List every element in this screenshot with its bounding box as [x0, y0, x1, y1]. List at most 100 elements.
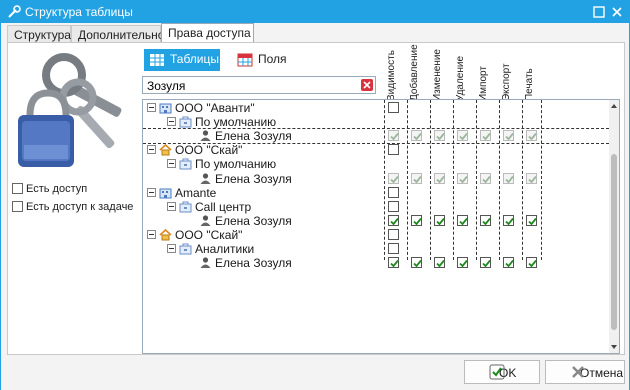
scroll-down-icon[interactable]	[610, 343, 618, 351]
column-header-label: Видимость	[386, 50, 397, 101]
permission-checkbox[interactable]	[411, 214, 422, 226]
permission-checkbox[interactable]	[434, 257, 445, 269]
fields-toggle-button[interactable]: Поля	[232, 49, 288, 71]
permission-checkbox[interactable]	[503, 214, 514, 226]
permissions-tree[interactable]: ООО "Аванти" По умолчанию Елена Зозуля ООО …	[142, 99, 620, 354]
permission-checkbox[interactable]	[457, 214, 468, 226]
permission-checkbox[interactable]	[411, 130, 422, 142]
checkmark-icon	[528, 217, 537, 226]
column-header-print: Печать	[521, 43, 537, 101]
has-access-box[interactable]	[12, 183, 23, 194]
clear-icon[interactable]	[361, 79, 373, 91]
tree-row-user[interactable]: Елена Зозуля	[143, 129, 609, 143]
department-icon	[179, 243, 192, 255]
tree-row-group[interactable]: Call центр	[143, 200, 609, 214]
checkmark-icon	[505, 217, 514, 226]
permission-checkbox[interactable]	[388, 172, 399, 184]
tree-row-group[interactable]: По умолчанию	[143, 115, 609, 129]
maximize-icon[interactable]	[591, 4, 607, 20]
tree-scrollbar[interactable]	[609, 100, 619, 353]
permission-checkbox[interactable]	[526, 214, 537, 226]
scrollbar-thumb[interactable]	[611, 154, 617, 330]
tables-toggle-button[interactable]: Таблицы	[144, 49, 220, 71]
checkmark-icon	[436, 217, 445, 226]
tree-row-user[interactable]: Елена Зозуля	[143, 214, 609, 228]
tree-node-label: Елена Зозуля	[215, 256, 292, 271]
permission-checkbox[interactable]	[503, 257, 514, 269]
collapse-icon[interactable]	[167, 244, 176, 253]
checkmark-icon	[482, 260, 491, 268]
department-icon	[179, 158, 192, 170]
permission-checkbox[interactable]	[388, 144, 399, 156]
tab-structure[interactable]: Структура	[7, 25, 71, 43]
checkmark-icon	[459, 133, 468, 141]
tree-row-org[interactable]: Amante	[143, 186, 609, 200]
permission-checkbox[interactable]	[388, 214, 399, 226]
permission-checkbox[interactable]	[434, 214, 445, 226]
has-task-access-box[interactable]	[12, 201, 23, 212]
tree-node-label: По умолчанию	[195, 157, 277, 172]
checkmark-icon	[436, 260, 445, 268]
permission-checkbox[interactable]	[388, 102, 399, 113]
permission-checkbox[interactable]	[388, 186, 399, 198]
tree-row-group[interactable]: Аналитики	[143, 242, 609, 256]
has-access-checkbox[interactable]: Есть доступ	[12, 183, 87, 195]
tree-row-org[interactable]: ООО "Скай"	[143, 228, 609, 242]
permission-checkbox[interactable]	[480, 257, 491, 269]
permission-checkbox[interactable]	[480, 130, 491, 142]
permission-checkbox[interactable]	[503, 130, 514, 142]
access-rights-panel: Есть доступ Есть доступ к задаче Таблицы…	[7, 42, 625, 355]
permission-checkbox[interactable]	[480, 172, 491, 184]
permission-checkbox[interactable]	[434, 130, 445, 142]
checkmark-icon	[505, 260, 514, 268]
scroll-up-icon[interactable]	[610, 102, 618, 110]
collapse-icon[interactable]	[147, 103, 156, 112]
tree-row-org[interactable]: ООО "Скай"	[143, 143, 609, 157]
permission-checkbox[interactable]	[411, 257, 422, 269]
tab-access-rights[interactable]: Права доступа	[161, 23, 254, 44]
permission-checkbox[interactable]	[388, 228, 399, 240]
tree-row-user[interactable]: Елена Зозуля	[143, 256, 609, 270]
permission-checkbox[interactable]	[434, 172, 445, 184]
collapse-icon[interactable]	[167, 201, 176, 211]
tab-additional[interactable]: Дополнительно	[71, 25, 164, 43]
permission-checkbox[interactable]	[526, 172, 537, 184]
permission-checkbox[interactable]	[388, 243, 399, 254]
home-icon	[159, 144, 172, 156]
close-icon[interactable]	[609, 4, 625, 20]
permission-checkbox[interactable]	[388, 130, 399, 142]
permission-checkbox[interactable]	[526, 130, 537, 142]
department-icon	[179, 201, 192, 213]
collapse-icon[interactable]	[167, 117, 176, 127]
search-input[interactable]	[147, 79, 347, 93]
permission-checkbox[interactable]	[411, 172, 422, 184]
ok-button[interactable]: OK	[464, 360, 540, 384]
cancel-button[interactable]: Отмена	[545, 360, 625, 384]
column-header-delete: Удаление	[452, 43, 468, 101]
column-header-visibility: Видимость	[383, 43, 399, 101]
tree-row-user[interactable]: Елена Зозуля	[143, 172, 609, 186]
permission-checkbox[interactable]	[388, 200, 399, 212]
permission-checkbox[interactable]	[457, 257, 468, 269]
permission-checkbox[interactable]	[526, 257, 537, 269]
column-header-add: Добавление	[406, 43, 422, 101]
collapse-icon[interactable]	[147, 187, 156, 197]
checkmark-icon	[390, 133, 399, 141]
permission-checkbox[interactable]	[480, 214, 491, 226]
collapse-icon[interactable]	[147, 145, 156, 155]
column-header-export: Экспорт	[498, 43, 514, 101]
collapse-icon[interactable]	[147, 229, 156, 239]
tree-row-group[interactable]: По умолчанию	[143, 157, 609, 171]
column-header-label: Изменение	[432, 49, 443, 101]
permission-checkbox[interactable]	[503, 172, 514, 184]
tree-row-org[interactable]: ООО "Аванти"	[143, 101, 609, 115]
permission-checkbox[interactable]	[457, 172, 468, 184]
has-task-access-checkbox[interactable]: Есть доступ к задаче	[12, 201, 133, 213]
collapse-icon[interactable]	[167, 159, 176, 169]
column-header-import: Импорт	[475, 43, 491, 101]
permission-checkbox[interactable]	[457, 130, 468, 142]
permission-checkbox[interactable]	[388, 257, 399, 269]
column-header-label: Добавление	[409, 44, 420, 101]
checkmark-icon	[413, 217, 422, 226]
search-field[interactable]	[142, 76, 376, 94]
